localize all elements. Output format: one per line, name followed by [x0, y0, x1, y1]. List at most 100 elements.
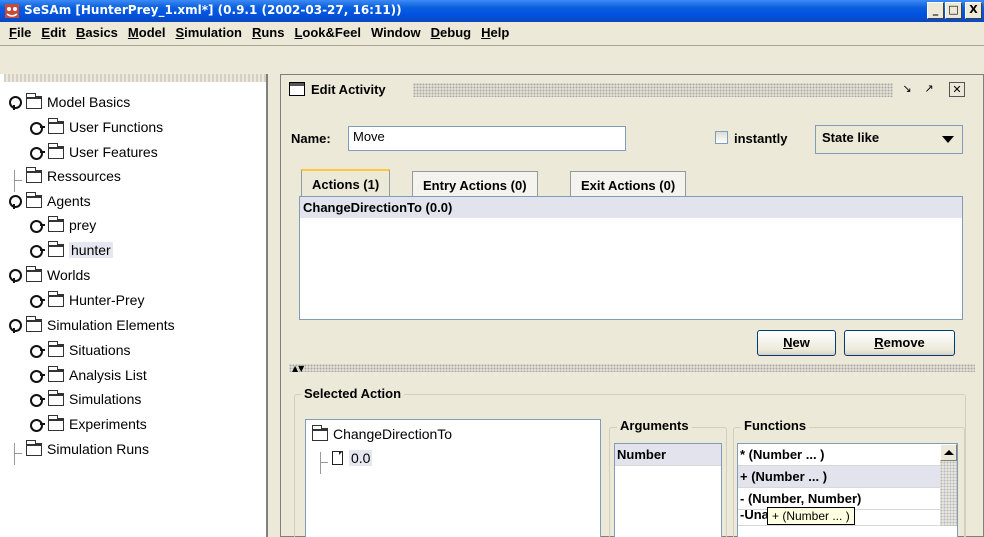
undock-icon[interactable]: ↗ [921, 82, 937, 97]
remove-button[interactable]: Remove [844, 330, 955, 356]
vertical-splitter[interactable] [268, 74, 280, 537]
tree-node-hunter-prey[interactable]: Hunter-Prey [30, 289, 144, 311]
tree-node-situations[interactable]: Situations [30, 339, 130, 361]
folder-icon [48, 389, 64, 406]
tree-node-model-basics[interactable]: Model Basics [8, 91, 130, 113]
menu-look-and-feel[interactable]: Look&Feel [289, 22, 365, 45]
sesam-app-icon [5, 4, 19, 18]
tree-leaf-line-icon [8, 443, 22, 465]
tree-expanded-icon[interactable] [8, 195, 22, 209]
split-arrows-icon[interactable]: ▲▼ [292, 365, 304, 373]
tree-collapsed-icon[interactable] [30, 219, 45, 233]
instantly-label: instantly [734, 131, 788, 146]
tab-exit-actions[interactable]: Exit Actions (0) [570, 171, 687, 197]
action-tree: ChangeDirectionTo 0.0 [305, 419, 601, 537]
menu-file[interactable]: File [4, 22, 36, 45]
tree-collapsed-icon[interactable] [30, 418, 45, 432]
tree-collapsed-icon[interactable] [30, 369, 45, 383]
action-tree-root[interactable]: ChangeDirectionTo [312, 423, 452, 445]
folder-icon [26, 265, 42, 282]
tree-collapsed-icon[interactable] [30, 294, 45, 308]
folder-icon [26, 191, 42, 208]
frame-icon [289, 82, 305, 96]
maximize-button[interactable]: □ [945, 2, 962, 19]
tree-node-experiments[interactable]: Experiments [30, 413, 147, 435]
tree-collapsed-icon[interactable] [30, 344, 45, 358]
tree-node-user-functions[interactable]: User Functions [30, 116, 163, 138]
tree-leaf-line-icon [8, 170, 22, 192]
menu-window[interactable]: Window [366, 22, 426, 45]
tree-node-user-features[interactable]: User Features [30, 141, 158, 163]
tree-leaf-line-icon [314, 452, 328, 474]
tree-node-agents[interactable]: Agents [8, 190, 91, 212]
tree-node-simulations[interactable]: Simulations [30, 388, 141, 410]
folder-icon [26, 166, 42, 183]
selected-action-title: Selected Action [301, 386, 405, 401]
folder-icon [48, 240, 64, 257]
tree-collapsed-icon[interactable] [30, 393, 45, 407]
menu-bar: File Edit Basics Model Simulation Runs L… [0, 22, 984, 46]
tree-node-hunter[interactable]: hunter [30, 239, 113, 261]
tree-node-analysis-list[interactable]: Analysis List [30, 364, 147, 386]
window-titlebar: SeSAm [HunterPrey_1.xml*] (0.9.1 (2002-0… [0, 0, 984, 22]
actions-list: ChangeDirectionTo (0.0) [299, 196, 963, 320]
folder-icon [48, 365, 64, 382]
action-tree-argument[interactable]: 0.0 [314, 447, 373, 474]
scroll-track[interactable] [940, 461, 957, 526]
menu-help[interactable]: Help [476, 22, 514, 45]
edit-activity-frame: Edit Activity ↘ ↗ ✕ Name: Move instantly… [280, 74, 984, 537]
menu-simulation[interactable]: Simulation [171, 22, 247, 45]
arguments-list: Number [614, 443, 722, 537]
folder-icon [26, 92, 42, 109]
tree-node-prey[interactable]: prey [30, 214, 96, 236]
folder-icon [48, 340, 64, 357]
tree-node-worlds[interactable]: Worlds [8, 264, 90, 286]
menu-runs[interactable]: Runs [247, 22, 290, 45]
folder-icon [48, 290, 64, 307]
tab-actions[interactable]: Actions (1) [301, 169, 391, 197]
scroll-up-icon[interactable] [940, 444, 957, 461]
file-icon [332, 451, 343, 465]
name-input[interactable]: Move [348, 126, 626, 151]
folder-icon [48, 117, 64, 134]
tree-node-ressources[interactable]: Ressources [8, 165, 121, 192]
tree-collapsed-icon[interactable] [30, 244, 45, 258]
arguments-title: Arguments [617, 418, 692, 433]
tree-expanded-icon[interactable] [8, 269, 22, 283]
edit-activity-titlebar[interactable]: Edit Activity ↘ ↗ ✕ [283, 77, 981, 103]
minimize-button[interactable]: _ [927, 2, 944, 19]
functions-title: Functions [741, 418, 810, 433]
tree-node-simulation-runs[interactable]: Simulation Runs [8, 438, 149, 465]
tree-expanded-icon[interactable] [8, 319, 22, 333]
folder-icon [312, 424, 328, 441]
tab-entry-actions[interactable]: Entry Actions (0) [412, 171, 538, 197]
edit-activity-title: Edit Activity [311, 82, 386, 97]
panel-grip[interactable] [4, 74, 266, 82]
new-button[interactable]: New [757, 330, 836, 356]
function-tooltip: + (Number ... ) [767, 507, 855, 525]
folder-icon [26, 315, 42, 332]
instantly-checkbox[interactable] [715, 131, 728, 144]
list-item[interactable]: ChangeDirectionTo (0.0) [300, 197, 962, 218]
tree-collapsed-icon[interactable] [30, 146, 45, 160]
list-item[interactable]: * (Number ... ) [738, 444, 957, 466]
dock-icon[interactable]: ↘ [899, 82, 915, 97]
folder-icon [48, 215, 64, 232]
functions-scrollbar[interactable] [940, 444, 957, 526]
chevron-down-icon [942, 136, 954, 143]
close-frame-icon[interactable]: ✕ [949, 82, 965, 97]
menu-basics[interactable]: Basics [71, 22, 123, 45]
tree-collapsed-icon[interactable] [30, 121, 45, 135]
tree-expanded-icon[interactable] [8, 96, 22, 110]
menu-edit[interactable]: Edit [36, 22, 71, 45]
menu-debug[interactable]: Debug [426, 22, 476, 45]
name-label: Name: [291, 131, 331, 146]
split-divider[interactable] [289, 364, 975, 372]
list-item[interactable]: Number [615, 444, 721, 466]
close-button[interactable]: X [965, 2, 982, 19]
menu-model[interactable]: Model [123, 22, 171, 45]
tree-node-simulation-elements[interactable]: Simulation Elements [8, 314, 175, 336]
state-like-select[interactable]: State like [815, 125, 963, 154]
titlebar-pattern [413, 83, 893, 97]
list-item[interactable]: + (Number ... ) [738, 466, 957, 488]
